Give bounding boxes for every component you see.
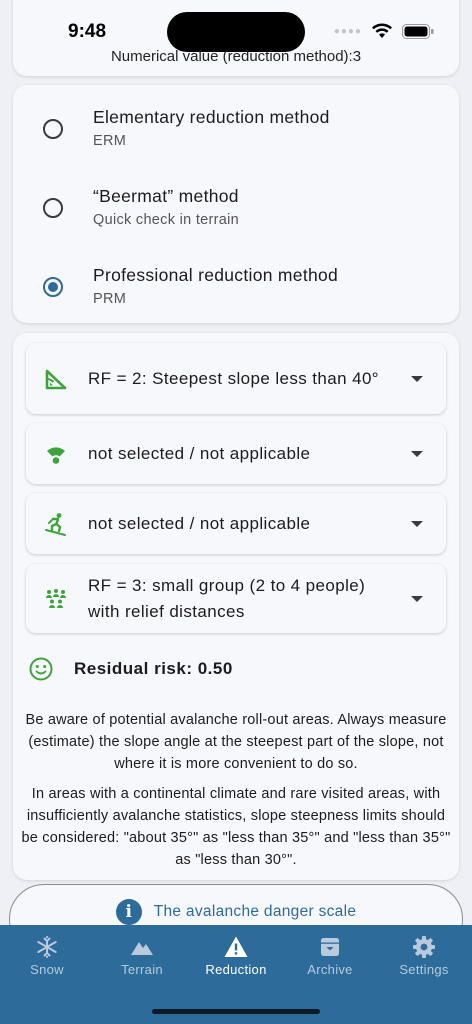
tab-terrain[interactable]: Terrain [95,925,189,985]
exposition-dropdown[interactable]: not selected / not applicable [26,423,446,484]
method-subtitle: Quick check in terrain [93,212,240,228]
tab-snow[interactable]: Snow [0,925,94,985]
activity-value: not selected / not applicable [88,513,311,533]
archive-icon [321,938,339,956]
home-indicator [152,1009,320,1014]
residual-risk-label: Residual risk: 0.50 [74,659,233,678]
exposition-icon [47,446,65,464]
tab-archive[interactable]: Archive [283,925,377,985]
danger-scale-label: The avalanche danger scale [153,903,357,920]
tab-label: Snow [30,962,64,977]
radio-button[interactable] [43,119,63,139]
battery-icon [402,23,434,39]
method-title: “Beermat” method [93,186,239,206]
residual-risk-row: Residual risk: 0.50 [28,656,233,682]
activity-dropdown[interactable]: not selected / not applicable [26,493,446,554]
chevron-down-icon [411,450,423,457]
tab-reduction[interactable]: Reduction [189,925,283,985]
chevron-down-icon [411,595,423,602]
tab-label: Archive [307,962,353,977]
exposition-value: not selected / not applicable [88,443,311,463]
continental-climate-note: In areas with a continental climate and … [21,786,451,868]
tab-settings[interactable]: Settings [377,925,471,985]
method-option-erm[interactable]: Elementary reduction method ERM [13,89,459,159]
smiley-icon [29,657,53,681]
method-option-beermat[interactable]: “Beermat” method Quick check in terrain [13,168,459,238]
gear-icon [413,936,435,958]
tab-label: Settings [399,962,449,977]
signal-dots-icon: ●●●● [333,25,362,37]
method-title: Elementary reduction method [93,107,330,127]
chevron-down-icon [411,520,423,527]
method-subtitle: ERM [93,133,127,149]
radio-button-selected[interactable] [43,277,63,297]
radio-button[interactable] [43,198,63,218]
info-icon: i [115,899,142,925]
status-time: 9:48 [68,21,107,42]
group-icon [46,588,66,608]
tab-label: Reduction [205,962,267,977]
numerical-value-label: Numerical value (reduction method):3 [110,48,362,65]
slope-angle-dropdown[interactable]: RF = 2: Steepest slope less than 40° [26,343,446,414]
chevron-down-icon [411,375,423,382]
group-size-value: RF = 3: small group (2 to 4 people) with… [88,575,366,621]
slope-angle-icon [45,369,67,389]
warning-icon [224,936,248,957]
snowflake-icon [37,936,57,958]
group-size-dropdown[interactable]: RF = 3: small group (2 to 4 people) with… [26,564,446,633]
status-icons: ●●●● [334,23,434,39]
skier-icon [45,512,66,536]
method-option-prm[interactable]: Professional reduction method PRM [13,247,459,317]
mountain-icon [131,942,153,955]
rollout-note: Be aware of potential avalanche roll-out… [25,712,447,772]
reduction-method-card: Elementary reduction method ERM “Beermat… [13,85,459,323]
slope-angle-value: RF = 2: Steepest slope less than 40° [88,368,379,388]
method-subtitle: PRM [93,291,127,307]
method-title: Professional reduction method [93,265,339,285]
tab-label: Terrain [121,962,163,977]
wifi-icon [372,23,392,38]
camera-notch [167,12,305,52]
